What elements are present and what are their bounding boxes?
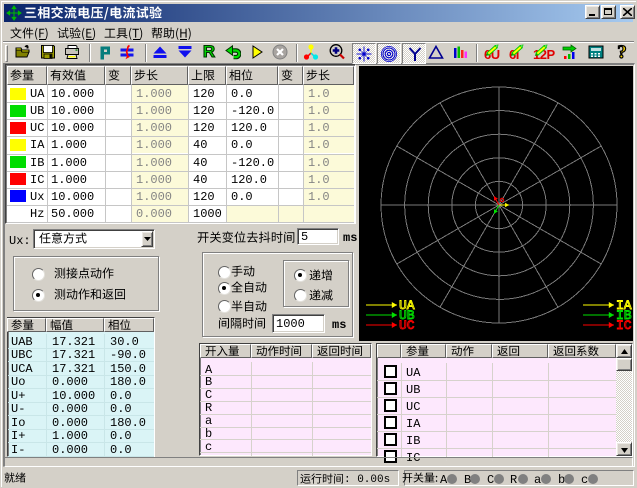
svg-text:UC: UC [399, 318, 415, 333]
svg-text:IC: IC [616, 318, 632, 333]
